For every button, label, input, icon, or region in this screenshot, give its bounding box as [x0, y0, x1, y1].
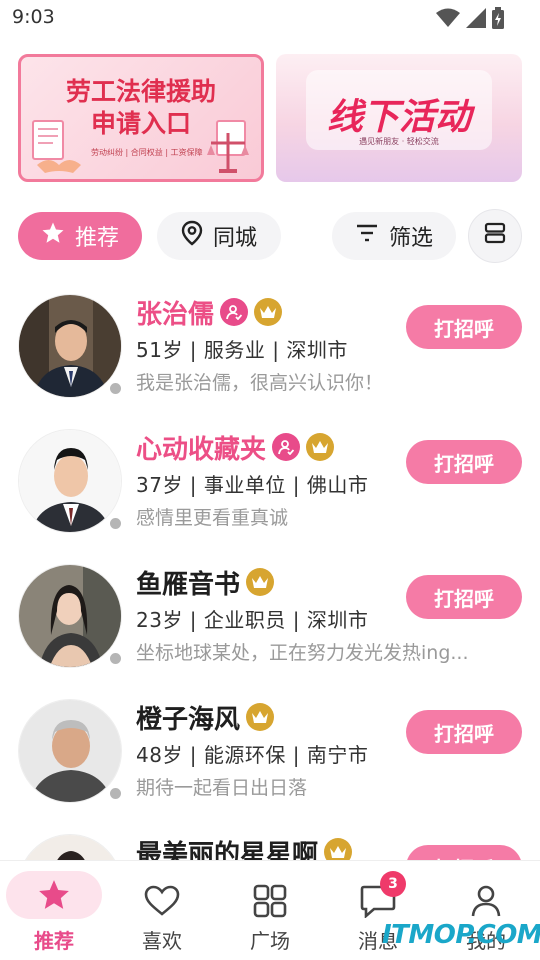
user-info: 23岁 | 企业职员 | 深圳市	[136, 608, 369, 632]
star-icon	[41, 221, 65, 251]
online-status-dot	[108, 786, 123, 801]
user-name: 心动收藏夹	[136, 434, 267, 465]
heart-icon	[132, 871, 192, 931]
avatar[interactable]	[18, 429, 123, 533]
user-bio: 坐标地球某处，正在努力发光发热ing...	[136, 642, 469, 664]
user-card[interactable]: 最美丽的星星啊 打招呼	[0, 824, 540, 860]
user-card[interactable]: 橙子海风 48岁 | 能源环保 | 南宁市 期待一起看日出日落 打招呼	[0, 689, 540, 824]
avatar[interactable]	[18, 564, 123, 668]
layout-toggle-button[interactable]	[468, 209, 522, 263]
tab-like[interactable]: 喜欢	[108, 861, 216, 960]
verified-user-icon	[272, 433, 301, 461]
user-name: 鱼雁音书	[136, 569, 241, 600]
recommend-tab[interactable]: 推荐	[18, 212, 142, 260]
verified-user-icon	[220, 298, 249, 326]
user-name-line: 鱼雁音书	[136, 564, 275, 600]
user-bio: 感情里更看重真诚	[136, 507, 289, 529]
user-info: 37岁 | 事业单位 | 佛山市	[136, 473, 369, 497]
user-card[interactable]: 张治儒 51岁 | 服务业 | 深圳市 我是张治儒，很高兴认识你！ 打招呼	[0, 284, 540, 419]
star-icon	[6, 871, 102, 919]
greet-button[interactable]: 打招呼	[406, 710, 522, 754]
same-city-tab[interactable]: 同城	[157, 212, 281, 260]
wifi-icon	[436, 8, 460, 32]
user-name: 张治儒	[136, 299, 215, 330]
crown-icon	[324, 838, 353, 860]
battery-icon	[492, 7, 504, 33]
crown-icon	[246, 703, 275, 731]
offline-event-title: 线下活动	[326, 97, 471, 138]
user-name: 最美丽的星星啊	[136, 839, 319, 861]
filter-label: 筛选	[388, 226, 433, 251]
avatar[interactable]	[18, 834, 122, 860]
greet-button[interactable]: 打招呼	[406, 440, 522, 484]
avatar[interactable]	[18, 294, 123, 398]
user-card[interactable]: 鱼雁音书 23岁 | 企业职员 | 深圳市 坐标地球某处，正在努力发光发热ing…	[0, 554, 540, 689]
online-status-dot	[108, 651, 123, 666]
legal-aid-subtitle: 劳动纠纷 | 合同权益 | 工资保障	[91, 148, 203, 157]
tab-label: 推荐	[34, 929, 74, 953]
crown-icon	[306, 433, 335, 461]
status-time: 9:03	[12, 6, 55, 28]
user-name: 橙子海风	[136, 704, 241, 735]
user-name-line: 张治儒	[136, 294, 283, 330]
user-list[interactable]: 张治儒 51岁 | 服务业 | 深圳市 我是张治儒，很高兴认识你！ 打招呼 心动…	[0, 284, 540, 860]
legal-aid-title-line1: 劳工法律援助	[65, 77, 216, 106]
user-card[interactable]: 心动收藏夹 37岁 | 事业单位 | 佛山市 感情里更看重真诚 打招呼	[0, 419, 540, 554]
online-status-dot	[108, 381, 123, 396]
recommend-label: 推荐	[74, 226, 119, 251]
tab-plaza[interactable]: 广场	[216, 861, 324, 960]
user-info: 51岁 | 服务业 | 深圳市	[136, 338, 348, 362]
unread-badge: 3	[380, 871, 406, 897]
user-bio: 期待一起看日出日落	[136, 777, 308, 799]
offline-event-banner[interactable]: 线下活动 遇见新朋友 · 轻松交流	[276, 54, 522, 182]
legal-aid-banner[interactable]: 劳工法律援助 申请入口 劳动纠纷 | 合同权益 | 工资保障	[18, 54, 264, 182]
user-info: 48岁 | 能源环保 | 南宁市	[136, 743, 369, 767]
user-bio: 我是张治儒，很高兴认识你！	[136, 372, 384, 394]
grid-icon	[240, 871, 300, 931]
layout-icon	[483, 221, 507, 251]
status-bar: 9:03	[0, 0, 540, 36]
tab-label: 喜欢	[142, 929, 182, 953]
filter-bar: 推荐 同城 筛选	[0, 209, 540, 263]
user-name-line: 橙子海风	[136, 699, 275, 735]
crown-icon	[246, 568, 275, 596]
user-name-line: 最美丽的星星啊	[136, 834, 353, 861]
greet-button[interactable]: 打招呼	[406, 305, 522, 349]
user-name-line: 心动收藏夹	[136, 429, 335, 465]
avatar[interactable]	[18, 699, 123, 803]
legal-aid-title-line2: 申请入口	[90, 109, 191, 138]
offline-event-subtitle: 遇见新朋友 · 轻松交流	[359, 137, 439, 146]
crown-icon	[254, 298, 283, 326]
watermark: ITMOP.COM	[382, 920, 540, 950]
online-status-dot	[108, 516, 123, 531]
same-city-label: 同城	[212, 226, 257, 251]
filter-button[interactable]: 筛选	[332, 212, 456, 260]
greet-button[interactable]: 打招呼	[406, 845, 522, 860]
signal-icon	[466, 8, 486, 32]
filter-icon	[355, 223, 379, 249]
status-icons	[436, 7, 504, 33]
greet-button[interactable]: 打招呼	[406, 575, 522, 619]
tab-recommend[interactable]: 推荐	[0, 861, 108, 960]
location-pin-icon	[181, 220, 203, 252]
tab-label: 广场	[250, 929, 290, 953]
